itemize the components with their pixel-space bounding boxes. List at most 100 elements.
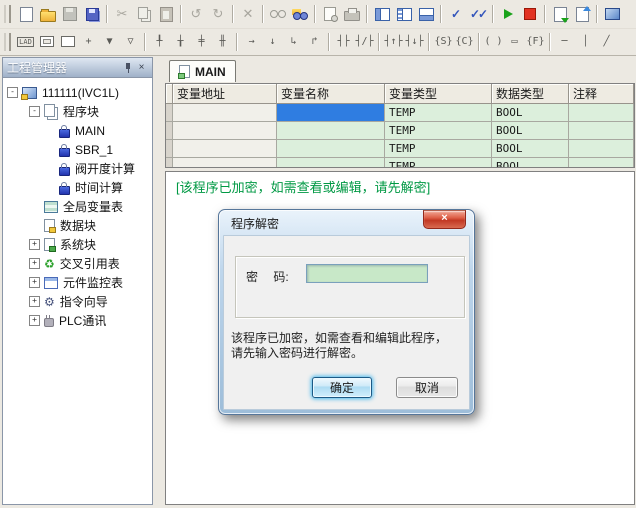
cancel-button[interactable]: 取消 (396, 377, 458, 398)
collapse-icon[interactable]: - (7, 87, 18, 98)
tree-item-system-block[interactable]: + 系统块 (3, 235, 152, 254)
toggle-project-panel-button[interactable] (371, 3, 393, 25)
contact-rising-button[interactable]: ┤↑├ (383, 32, 404, 52)
download-to-plc-button[interactable] (549, 3, 571, 25)
cell-name[interactable] (277, 122, 385, 140)
comment-box-button[interactable] (36, 32, 57, 52)
tree-item-project-root[interactable]: - 111111(IVC1L) (3, 83, 152, 102)
insert-network-button[interactable]: ▼ (99, 32, 120, 52)
redo-button[interactable]: ↻ (207, 3, 229, 25)
row-header[interactable] (166, 158, 173, 168)
compile-all-button[interactable]: ✓✓ (467, 3, 489, 25)
contact-closed-button[interactable]: ┤/├ (354, 32, 375, 52)
password-input[interactable] (306, 264, 428, 283)
tree-item-valve-calc[interactable]: 阀开度计算 (3, 159, 152, 178)
cell-address[interactable] (173, 158, 277, 168)
print-button[interactable] (341, 3, 363, 25)
cell-address[interactable] (173, 140, 277, 158)
tree-item-program-blocks[interactable]: - 程序块 (3, 102, 152, 121)
column-header-var-type[interactable]: 变量类型 (385, 84, 492, 104)
row-header[interactable] (166, 104, 173, 122)
open-project-button[interactable] (37, 3, 59, 25)
compile-button[interactable]: ✓ (445, 3, 467, 25)
horizontal-line-button[interactable]: ─ (554, 32, 575, 52)
cell-address[interactable] (173, 122, 277, 140)
cell-comment[interactable] (569, 140, 634, 158)
delete-cell-button[interactable]: ╫ (212, 32, 233, 52)
tree-item-cross-reference[interactable]: + ♻ 交叉引用表 (3, 254, 152, 273)
save-all-button[interactable] (81, 3, 103, 25)
special-function-button[interactable]: {F} (525, 32, 546, 52)
output-coil-button[interactable]: ( ) (483, 32, 504, 52)
expand-icon[interactable]: + (29, 258, 40, 269)
row-header[interactable] (166, 140, 173, 158)
expand-icon[interactable]: + (29, 296, 40, 307)
insert-row-button[interactable]: ╀ (149, 32, 170, 52)
column-header-name[interactable]: 变量名称 (277, 84, 385, 104)
tree-item-main[interactable]: MAIN (3, 121, 152, 140)
crosshair-button[interactable]: + (78, 32, 99, 52)
expand-icon[interactable]: + (29, 277, 40, 288)
reset-coil-button[interactable]: {C} (454, 32, 475, 52)
column-header-comment[interactable]: 注释 (569, 84, 634, 104)
cell-address[interactable] (173, 104, 277, 122)
close-panel-button[interactable]: × (135, 61, 148, 74)
toggle-bottom-panel-button[interactable] (415, 3, 437, 25)
upload-from-plc-button[interactable] (571, 3, 593, 25)
dialog-close-button[interactable]: × (423, 210, 466, 229)
cell-var-type[interactable]: TEMP (385, 158, 492, 168)
ok-button[interactable]: 确定 (312, 377, 372, 398)
vertical-line-button[interactable]: │ (575, 32, 596, 52)
column-header-data-type[interactable]: 数据类型 (492, 84, 569, 104)
new-file-button[interactable] (15, 3, 37, 25)
toggle-output-panel-button[interactable] (393, 3, 415, 25)
cell-var-type[interactable]: TEMP (385, 104, 492, 122)
row-header[interactable] (166, 122, 173, 140)
tree-item-sbr1[interactable]: SBR_1 (3, 140, 152, 159)
line-right-button[interactable]: → (241, 32, 262, 52)
cell-name[interactable] (277, 158, 385, 168)
cell-name[interactable] (277, 140, 385, 158)
expand-icon[interactable]: + (29, 315, 40, 326)
cell-data-type[interactable]: BOOL (492, 104, 569, 122)
column-header-address[interactable]: 变量地址 (173, 84, 277, 104)
paste-button[interactable] (155, 3, 177, 25)
tree-item-element-monitor-table[interactable]: + 元件监控表 (3, 273, 152, 292)
line-down-button[interactable]: ↓ (262, 32, 283, 52)
cell-data-type[interactable]: BOOL (492, 158, 569, 168)
cell-comment[interactable] (569, 104, 634, 122)
stop-button[interactable] (519, 3, 541, 25)
lad-view-button[interactable]: LAD (15, 32, 36, 52)
contact-open-button[interactable]: ┤├ (333, 32, 354, 52)
cell-name-selected[interactable] (277, 104, 385, 122)
find-button[interactable] (267, 3, 289, 25)
cell-var-type[interactable]: TEMP (385, 140, 492, 158)
tree-item-data-block[interactable]: 数据块 (3, 216, 152, 235)
collapse-icon[interactable]: - (29, 106, 40, 117)
tree-item-plc-communication[interactable]: + PLC通讯 (3, 311, 152, 330)
insert-cell-button[interactable]: ╪ (191, 32, 212, 52)
toolbar-grip[interactable] (4, 5, 11, 23)
toolbar-grip[interactable] (4, 33, 11, 51)
expand-icon[interactable]: + (29, 239, 40, 250)
print-preview-button[interactable] (319, 3, 341, 25)
tree-item-time-calc[interactable]: 时间计算 (3, 178, 152, 197)
save-button[interactable] (59, 3, 81, 25)
tree-item-global-vars[interactable]: 全局变量表 (3, 197, 152, 216)
tab-main[interactable]: MAIN (169, 60, 236, 82)
append-row-button[interactable]: ╁ (170, 32, 191, 52)
monitor-button[interactable] (601, 3, 623, 25)
function-block-button[interactable]: ▭ (504, 32, 525, 52)
line-turn-down-button[interactable]: ↳ (283, 32, 304, 52)
delete-button[interactable]: ✕ (237, 3, 259, 25)
contact-falling-button[interactable]: ┤↓├ (404, 32, 425, 52)
undo-button[interactable]: ↺ (185, 3, 207, 25)
delete-line-button[interactable]: ╱ (596, 32, 617, 52)
network-box-button[interactable] (57, 32, 78, 52)
find-in-project-button[interactable] (289, 3, 311, 25)
tree-item-instruction-wizard[interactable]: + ⚙ 指令向导 (3, 292, 152, 311)
cell-comment[interactable] (569, 122, 634, 140)
run-button[interactable] (497, 3, 519, 25)
copy-button[interactable] (133, 3, 155, 25)
line-turn-up-button[interactable]: ↱ (304, 32, 325, 52)
